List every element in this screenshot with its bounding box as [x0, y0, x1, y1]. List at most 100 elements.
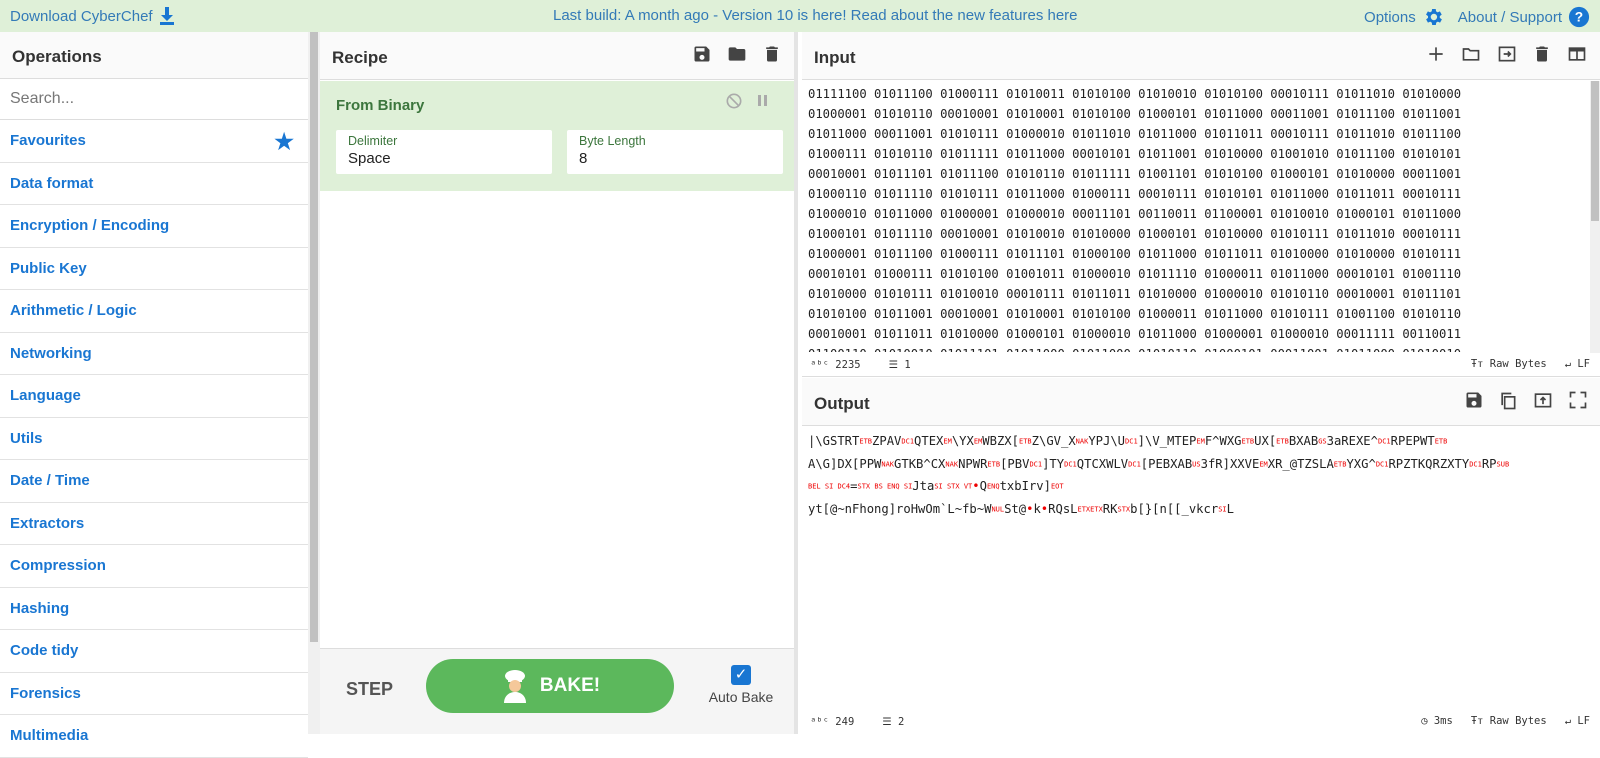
category-label[interactable]: Arithmetic / Logic [10, 302, 137, 319]
delimiter-value[interactable]: Space [348, 150, 540, 167]
save-output-icon[interactable] [1464, 390, 1484, 410]
clear-input-icon[interactable] [1532, 44, 1552, 64]
input-pane: Input 01111100 01011100 01000111 0101001… [802, 32, 1600, 377]
folder-icon[interactable] [726, 44, 748, 64]
category-label[interactable]: Code tidy [10, 642, 78, 659]
disable-icon[interactable] [726, 93, 742, 109]
chef-icon [503, 670, 526, 703]
category-language[interactable]: Language [0, 375, 308, 418]
options-button[interactable]: Options [1364, 6, 1444, 28]
output-textarea[interactable]: |\GSTRTETBZPAVDC1QTEXEM\YXEMWBZX[ETBZ\GV… [808, 430, 1588, 520]
download-link[interactable]: Download CyberChef [10, 7, 175, 25]
add-icon[interactable] [1426, 44, 1446, 64]
lines-icon: ☰ [882, 716, 892, 728]
input-lines-stat: ☰ 1 [889, 359, 911, 371]
category-encryption-encoding[interactable]: Encryption / Encoding [0, 205, 308, 248]
recipe-controls: STEP BAKE! ✓ Auto Bake [320, 648, 794, 734]
category-date-time[interactable]: Date / Time [0, 460, 308, 503]
input-encoding[interactable]: Ŧᴛ Raw Bytes [1471, 358, 1547, 371]
load-file-icon[interactable] [1496, 44, 1518, 64]
operations-title: Operations [0, 32, 308, 79]
category-hashing[interactable]: Hashing [0, 588, 308, 630]
input-lines: 1 [904, 359, 911, 371]
input-textarea[interactable]: 01111100 01011100 01000111 01010011 0101… [808, 84, 1578, 352]
input-line: 01100110 01010010 01011101 01011000 0101… [808, 344, 1578, 352]
output-eol[interactable]: ↵ LF [1565, 715, 1590, 728]
category-multimedia[interactable]: Multimedia [0, 715, 308, 758]
input-line: 01000101 01011110 00010001 01010010 0101… [808, 227, 1462, 241]
copy-icon[interactable] [1498, 390, 1518, 412]
output-eol-label[interactable]: LF [1577, 715, 1590, 727]
category-label[interactable]: Multimedia [10, 727, 88, 744]
input-length: 2235 [835, 359, 861, 371]
input-encoding-label[interactable]: Raw Bytes [1490, 358, 1547, 370]
category-label[interactable]: Date / Time [10, 472, 90, 489]
support-button[interactable]: About / Support ? [1458, 6, 1590, 28]
category-arithmetic-logic[interactable]: Arithmetic / Logic [0, 290, 308, 333]
category-label[interactable]: Networking [10, 345, 92, 362]
operations-scrollbar[interactable] [308, 32, 320, 734]
abc-icon: ᵃᵇᶜ [810, 716, 829, 728]
auto-bake-checkbox[interactable]: ✓ [731, 665, 751, 685]
step-button[interactable]: STEP [346, 679, 393, 700]
auto-bake-toggle[interactable]: ✓ Auto Bake [696, 665, 786, 705]
byte-length-field[interactable]: Byte Length 8 [567, 130, 783, 174]
category-data-format[interactable]: Data format [0, 163, 308, 205]
output-line: |\GSTRTETBZPAVDC1QTEXEM\YXEMWBZX[ETBZ\GV… [808, 434, 1448, 448]
layout-icon[interactable] [1566, 44, 1588, 64]
search-input[interactable] [10, 90, 290, 108]
output-length: 249 [835, 716, 855, 728]
category-label[interactable]: Forensics [10, 685, 81, 702]
category-forensics[interactable]: Forensics [0, 673, 308, 715]
input-line: 01000111 01010110 01011111 01011000 0001… [808, 147, 1462, 161]
input-eol[interactable]: ↵ LF [1565, 358, 1590, 371]
byte-length-value[interactable]: 8 [579, 150, 771, 167]
delimiter-field[interactable]: Delimiter Space [336, 130, 552, 174]
category-list: Favourites ★ Data format Encryption / Encod… [0, 120, 308, 758]
download-label[interactable]: Download CyberChef [10, 8, 153, 25]
category-label[interactable]: Favourites [10, 132, 86, 149]
input-eol-label[interactable]: LF [1577, 358, 1590, 370]
category-label[interactable]: Data format [10, 175, 93, 192]
build-message[interactable]: Last build: A month ago - Version 10 is … [553, 7, 1078, 24]
recipe-header: Recipe [320, 32, 794, 80]
category-public-key[interactable]: Public Key [0, 248, 308, 290]
output-encoding-label[interactable]: Raw Bytes [1490, 715, 1547, 727]
input-title: Input [814, 48, 856, 67]
category-label[interactable]: Hashing [10, 600, 69, 617]
category-label[interactable]: Utils [10, 430, 43, 447]
category-networking[interactable]: Networking [0, 333, 308, 375]
save-icon[interactable] [692, 44, 712, 64]
options-label[interactable]: Options [1364, 9, 1416, 26]
category-favourites[interactable]: Favourites ★ [0, 120, 308, 163]
operations-panel: Operations Favourites ★ Data format Encrypt… [0, 32, 308, 758]
output-length-stat: ᵃᵇᶜ 249 [810, 716, 854, 728]
pause-icon[interactable] [756, 93, 770, 109]
input-scrollbar[interactable] [1590, 81, 1600, 353]
bake-button[interactable]: BAKE! [426, 659, 674, 713]
input-line: 01000001 01010110 00010001 01010001 0101… [808, 107, 1462, 121]
category-utils[interactable]: Utils [0, 418, 308, 460]
category-compression[interactable]: Compression [0, 545, 308, 588]
category-extractors[interactable]: Extractors [0, 503, 308, 545]
category-label[interactable]: Language [10, 387, 81, 404]
category-label[interactable]: Public Key [10, 260, 87, 277]
eol-icon: ↵ [1564, 715, 1572, 727]
gear-icon [1425, 9, 1442, 25]
replace-input-icon[interactable] [1532, 390, 1554, 410]
trash-icon[interactable] [762, 44, 782, 64]
output-encoding[interactable]: Ŧᴛ Raw Bytes [1471, 715, 1547, 728]
input-line: 01011000 00011001 01010111 01000010 0101… [808, 127, 1462, 141]
star-icon[interactable]: ★ [274, 129, 294, 155]
category-label[interactable]: Compression [10, 557, 106, 574]
scrollbar-thumb[interactable] [310, 32, 318, 642]
category-code-tidy[interactable]: Code tidy [0, 630, 308, 673]
category-label[interactable]: Extractors [10, 515, 84, 532]
maximise-icon[interactable] [1568, 390, 1588, 410]
io-panel: Input 01111100 01011100 01000111 0101001… [802, 32, 1600, 734]
input-scrollbar-thumb[interactable] [1591, 81, 1599, 221]
output-line: A\G]DX[PPWNAKGTKB^CXNAKNPWRETB[PBVDC1]TY… [808, 456, 1510, 471]
category-label[interactable]: Encryption / Encoding [10, 217, 169, 234]
open-folder-icon[interactable] [1460, 44, 1482, 64]
support-label[interactable]: About / Support [1458, 9, 1562, 26]
